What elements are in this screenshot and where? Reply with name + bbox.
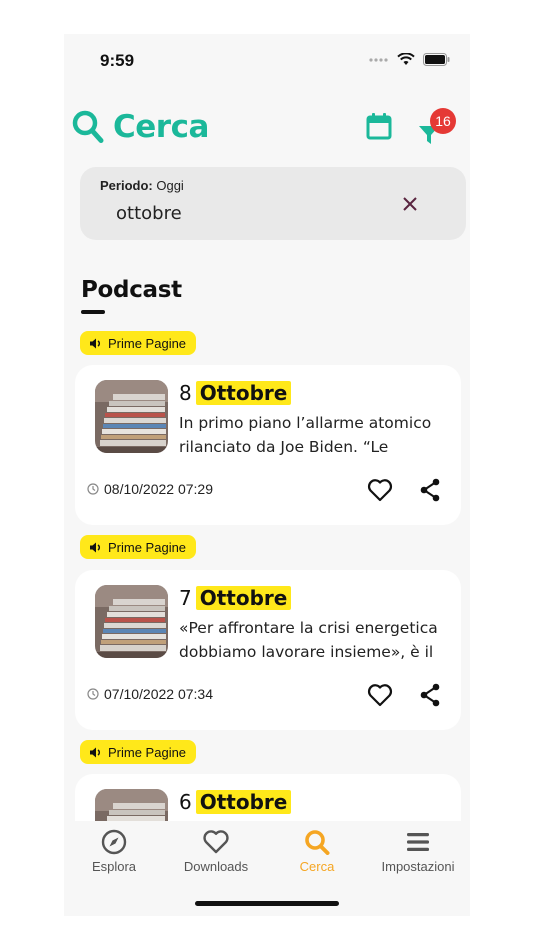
- episode-month-highlight: Ottobre: [195, 586, 292, 610]
- section-title: Podcast: [81, 277, 182, 303]
- tab-cerca[interactable]: Cerca: [267, 829, 367, 874]
- wifi-icon: [397, 53, 415, 65]
- search-icon: [72, 110, 104, 143]
- filter-count-badge: 16: [430, 108, 456, 134]
- tab-downloads[interactable]: Downloads: [166, 829, 266, 874]
- episode-date-text: 08/10/2022 07:29: [104, 481, 213, 497]
- episode-description: In primo piano l’allarme atomico rilanci…: [179, 414, 432, 456]
- status-icons: [369, 53, 450, 66]
- search-query: ottobre: [116, 203, 182, 224]
- episode-description: «Per affrontare la crisi energetica dobb…: [179, 619, 438, 661]
- clock-icon: [87, 483, 99, 495]
- menu-icon: [407, 833, 429, 851]
- tab-impostazioni[interactable]: Impostazioni: [368, 829, 468, 874]
- episode-title: 7 Ottobre: [179, 586, 292, 610]
- heart-icon: [203, 830, 229, 854]
- tab-label: Cerca: [299, 859, 335, 874]
- battery-icon: [423, 53, 450, 66]
- home-indicator[interactable]: [195, 901, 339, 906]
- share-icon: [420, 478, 440, 502]
- header: Cerca 16: [64, 104, 470, 154]
- episode-month-highlight: Ottobre: [195, 381, 292, 405]
- episode-day: 8: [179, 381, 192, 405]
- episode-month-highlight: Ottobre: [195, 790, 292, 814]
- page-title: Cerca: [113, 109, 209, 145]
- compass-icon: [101, 829, 127, 855]
- period-filter: Periodo: Oggi: [100, 178, 184, 193]
- clock-icon: [87, 688, 99, 700]
- status-time: 9:59: [100, 51, 135, 70]
- tab-label: Impostazioni: [381, 859, 455, 874]
- speaker-icon: [90, 747, 100, 757]
- episode-date-text: 07/10/2022 07:34: [104, 686, 213, 702]
- episode-day: 6: [179, 790, 192, 814]
- category-tag[interactable]: Prime Pagine: [80, 535, 197, 559]
- like-button[interactable]: [367, 478, 393, 502]
- tab-label: Downloads: [183, 859, 249, 874]
- episode-day: 7: [179, 586, 192, 610]
- period-label: Periodo:: [100, 178, 153, 193]
- speaker-icon: [90, 338, 100, 348]
- filter-button[interactable]: 16: [416, 108, 456, 148]
- section-underline: [81, 310, 105, 314]
- status-bar: 9:59: [64, 34, 470, 88]
- clear-search-button[interactable]: [400, 194, 420, 214]
- heart-icon: [367, 479, 393, 502]
- category-tag[interactable]: Prime Pagine: [80, 331, 197, 355]
- category-tag-label: Prime Pagine: [108, 744, 187, 760]
- tab-esplora[interactable]: Esplora: [64, 829, 164, 874]
- episode-card[interactable]: 7 Ottobre «Per affrontare la crisi energ…: [75, 570, 461, 730]
- episode-title: 6 Ottobre: [179, 790, 292, 814]
- close-icon: [403, 197, 417, 211]
- episode-date: 08/10/2022 07:29: [87, 481, 213, 497]
- speaker-icon: [90, 542, 100, 552]
- category-tag-label: Prime Pagine: [108, 335, 187, 351]
- share-button[interactable]: [419, 682, 441, 708]
- search-icon: [305, 830, 330, 855]
- share-icon: [420, 683, 440, 707]
- episode-title: 8 Ottobre: [179, 381, 292, 405]
- heart-icon: [367, 684, 393, 707]
- category-tag-label: Prime Pagine: [108, 539, 187, 555]
- episode-card[interactable]: 8 Ottobre In primo piano l’allarme atomi…: [75, 365, 461, 525]
- search-field[interactable]: Periodo: Oggi ottobre: [80, 167, 466, 240]
- share-button[interactable]: [419, 477, 441, 503]
- period-value: Oggi: [156, 178, 184, 193]
- app-screen: 9:59 Cerca 16 Periodo: Oggi ottobre Podc…: [64, 34, 470, 916]
- calendar-icon: [366, 113, 392, 140]
- like-button[interactable]: [367, 683, 393, 707]
- signal-icon: [369, 57, 388, 62]
- episode-thumbnail: [95, 585, 168, 658]
- category-tag[interactable]: Prime Pagine: [80, 740, 197, 764]
- episode-date: 07/10/2022 07:34: [87, 686, 213, 702]
- tab-label: Esplora: [91, 859, 137, 874]
- calendar-button[interactable]: [366, 112, 392, 140]
- episode-thumbnail: [95, 380, 168, 453]
